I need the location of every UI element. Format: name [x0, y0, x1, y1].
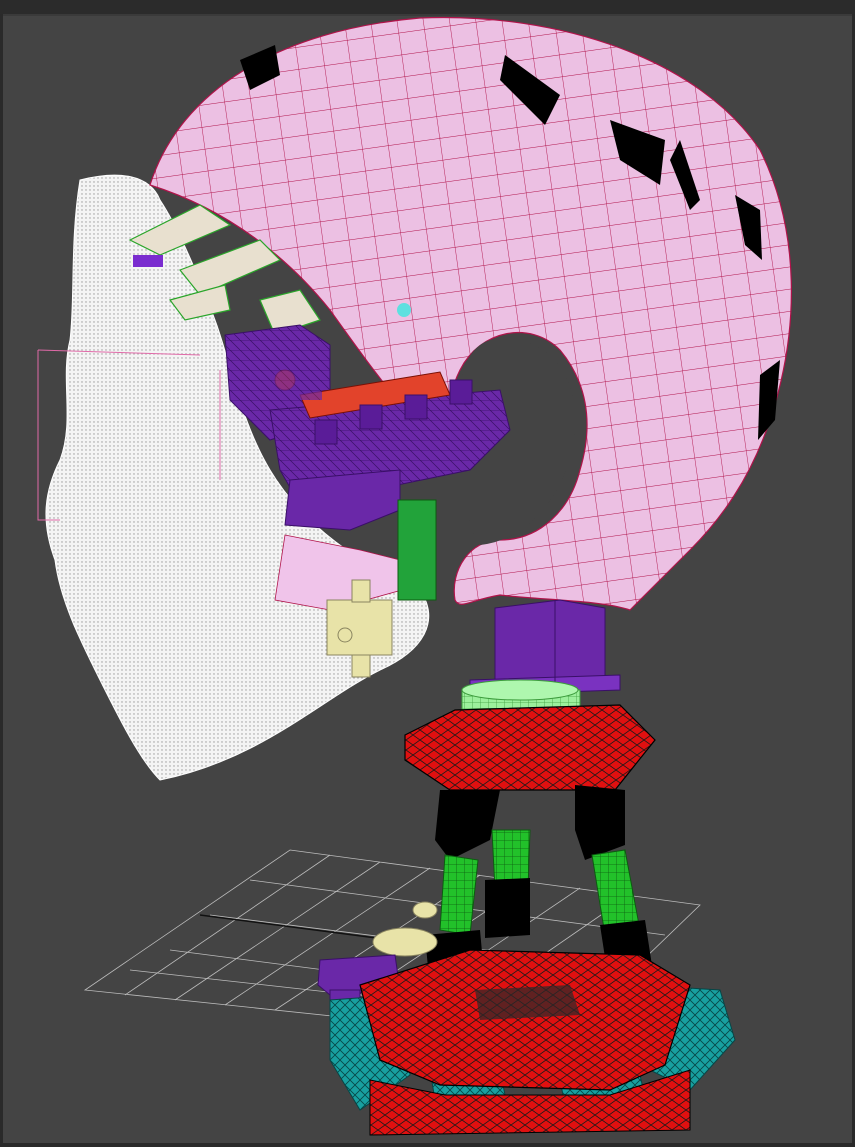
marker-dot: [397, 303, 411, 317]
bottom-platform-hole: [475, 985, 580, 1020]
bottom-platform: [359, 949, 691, 1091]
jaw-block: [397, 499, 437, 601]
brow-servo: [133, 255, 163, 267]
top-platform: [404, 704, 656, 791]
scene-canvas[interactable]: [0, 0, 855, 1147]
3d-viewport[interactable]: [0, 0, 855, 1147]
yellow-disks: [372, 901, 438, 957]
